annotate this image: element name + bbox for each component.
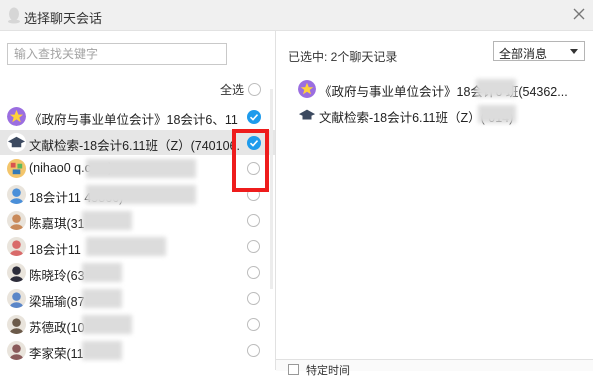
contact-name: 李家荣(11	[29, 347, 84, 361]
specific-time-label: 特定时间	[306, 365, 350, 377]
contact-name: 陈嘉琪(31	[29, 217, 85, 231]
avatar	[7, 159, 26, 178]
message-filter-dropdown[interactable]: 全部消息	[493, 41, 585, 61]
close-icon[interactable]	[571, 6, 587, 22]
contact-row[interactable]: 苏德政(10	[0, 312, 275, 337]
bottom-bar: 特定时间	[276, 359, 593, 377]
contact-name: 苏德政(10	[29, 321, 85, 335]
contact-name: 文献检索-18会计6.11班（Z）(740106...	[29, 139, 239, 153]
qq-penguin-icon	[8, 7, 20, 24]
scrollbar[interactable]	[270, 89, 273, 289]
avatar	[7, 237, 26, 256]
redacted-area	[82, 211, 132, 230]
contact-row[interactable]: 李家荣(11	[0, 338, 275, 363]
redacted-area	[82, 315, 132, 334]
select-radio[interactable]	[247, 344, 260, 357]
contact-row[interactable]: 陈嘉琪(31	[0, 208, 275, 233]
contact-row[interactable]: 梁瑞瑜(87	[0, 286, 275, 311]
redacted-area	[476, 79, 516, 97]
avatar	[7, 211, 26, 230]
star-group-icon	[7, 107, 26, 126]
highlight-box	[232, 129, 269, 192]
selected-panel: 已选中: 2个聊天记录 全部消息 《政府与事业单位会计》18会计6 班(5436…	[276, 31, 593, 370]
contact-name: 梁瑞瑜(87	[29, 295, 85, 309]
search-input[interactable]	[7, 43, 227, 65]
chevron-down-icon	[570, 49, 578, 54]
select-radio[interactable]	[247, 240, 260, 253]
contact-list-panel: 全选 《政府与事业单位会计》18会计6、11 文献检索-18会计6.11班（Z）(…	[0, 31, 275, 370]
avatar	[7, 263, 26, 282]
contact-name: 陈晓玲(63	[29, 269, 85, 283]
contact-row[interactable]: 陈晓玲(63	[0, 260, 275, 285]
star-group-icon	[298, 80, 316, 98]
redacted-area	[82, 341, 122, 360]
redacted-area	[478, 105, 516, 123]
redacted-area	[86, 237, 166, 256]
window-title: 选择聊天会话	[24, 11, 103, 26]
redacted-area	[82, 289, 122, 308]
selected-count-label: 已选中: 2个聊天记录	[288, 50, 398, 64]
contact-name: 《政府与事业单位会计》18会计6、11	[29, 113, 238, 127]
select-radio[interactable]	[247, 214, 260, 227]
graduation-cap-icon	[7, 133, 26, 152]
avatar	[7, 341, 26, 360]
selected-item-name: 《政府与事业单位会计》18会计6 班(54362...	[319, 85, 568, 99]
select-radio[interactable]	[247, 292, 260, 305]
graduation-cap-icon	[298, 106, 316, 124]
contact-row[interactable]: 《政府与事业单位会计》18会计6、11	[0, 104, 275, 129]
contact-row[interactable]: 18会计11	[0, 234, 275, 259]
selected-item[interactable]: 文献检索-18会计6.11班（Z）( 014)	[276, 103, 593, 127]
select-radio[interactable]	[247, 318, 260, 331]
avatar	[7, 185, 26, 204]
select-radio[interactable]	[247, 266, 260, 279]
avatar	[7, 315, 26, 334]
checked-icon[interactable]	[247, 110, 261, 124]
avatar	[7, 289, 26, 308]
selected-item[interactable]: 《政府与事业单位会计》18会计6 班(54362...	[276, 77, 593, 101]
selected-item-name: 文献检索-18会计6.11班（Z）( 014)	[319, 111, 514, 125]
redacted-area	[86, 159, 196, 178]
redacted-area	[86, 185, 196, 204]
select-all-label: 全选	[220, 83, 245, 97]
redacted-area	[82, 263, 122, 282]
title-bar: 选择聊天会话	[0, 0, 593, 31]
message-filter-value: 全部消息	[499, 47, 548, 61]
select-all-radio[interactable]	[248, 83, 261, 96]
